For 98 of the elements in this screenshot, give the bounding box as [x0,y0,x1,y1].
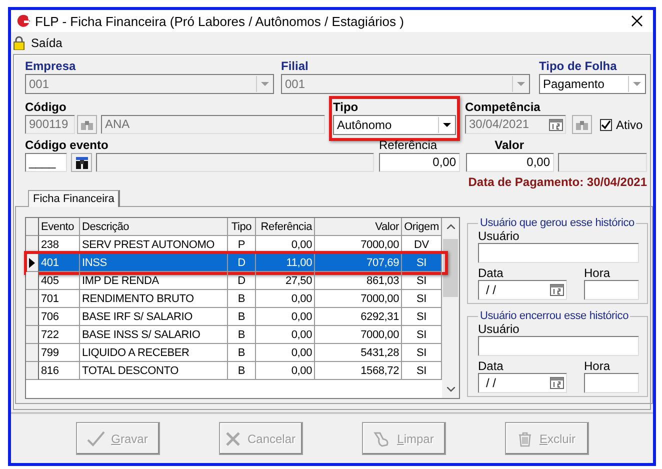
usuario-label: Usuário [478,229,520,243]
table-cell: 0,00 [256,290,315,308]
codigo-evento-label: Código evento [25,138,110,153]
ativo-label: Ativo [616,118,643,132]
app-logo-icon [15,13,31,29]
table-cell: 7000,00 [315,326,402,344]
tipo-de-folha-dropdown[interactable]: Pagamento [539,74,646,94]
binoculars-button[interactable] [77,115,97,134]
text-field[interactable] [558,153,647,172]
table-cell: 6292,31 [315,308,402,326]
cross-icon [225,430,242,446]
group-title: Usuário encerrou esse histórico [479,310,630,322]
table-cell: 0,00 [256,308,315,326]
binoculars-icon [81,120,93,130]
data-field[interactable]: / / [478,280,567,300]
valor-field[interactable]: 0,00 [466,153,554,172]
table-cell: B [228,326,256,344]
scroll-up-icon[interactable] [446,224,454,229]
column-header[interactable]: Referência [256,218,315,236]
table-cell: B [228,308,256,326]
calendar-icon[interactable] [550,377,564,389]
binoculars-icon [576,120,588,130]
tipo-dropdown[interactable]: Autônomo [333,115,456,135]
close-icon[interactable] [631,15,643,27]
table-cell: RENDIMENTO BRUTO [80,290,228,308]
table-cell: 707,69 [315,254,402,272]
table-cell: 401 [39,254,80,272]
table-cell: IMP DE RENDA [80,272,228,290]
codigo-label: Código [25,100,68,115]
data-label: Data [478,359,504,373]
table-cell: 405 [39,272,80,290]
row-header [26,218,39,236]
table-cell: LIQUIDO A RECEBER [80,344,228,362]
filial-label: Filial [281,59,310,74]
table-cell: INSS [80,254,228,272]
descricao-field[interactable] [96,153,374,172]
scroll-down-icon[interactable] [446,387,454,392]
table-cell: 1568,72 [315,362,402,380]
usuario-field[interactable] [478,243,639,263]
hora-field[interactable] [584,280,639,300]
tipo-de-folha-label: Tipo de Folha [539,59,618,74]
payment-date-text: Data de Pagamento: 30/04/2021 [468,175,647,189]
table-cell: B [228,344,256,362]
column-header[interactable]: Valor [315,218,402,236]
table-cell: 27,50 [256,272,315,290]
table-cell: 706 [39,308,80,326]
menu-item[interactable]: Saída [13,36,62,50]
referencia-label: Referência [379,138,438,153]
table-cell: TOTAL DESCONTO [80,362,228,380]
table-cell: 0,00 [256,362,315,380]
table-cell: 0,00 [256,344,315,362]
search-button[interactable] [71,153,92,172]
table-cell: 722 [39,326,80,344]
column-header[interactable]: Tipo [228,218,256,236]
table-cell: D [228,254,256,272]
ativo-checkbox[interactable] [600,118,612,130]
trash-icon [517,430,534,446]
vertical-scrollbar[interactable] [442,218,459,398]
codigo-evento-field[interactable]: ____ [25,153,67,172]
table-cell: BASE IRF S/ SALARIO [80,308,228,326]
table-cell: 0,00 [256,326,315,344]
usuario-field[interactable] [478,336,639,356]
table-cell: 861,03 [315,272,402,290]
tab[interactable]: Ficha Financeira [28,190,120,207]
column-header[interactable]: Evento [39,218,80,236]
scrollbar-thumb[interactable] [443,239,458,297]
lock-icon [13,36,25,50]
table-cell: 7000,00 [315,290,402,308]
binoculars-button[interactable] [572,115,592,134]
table-cell: 816 [39,362,80,380]
column-header[interactable]: Origem [402,218,442,236]
calendar-icon[interactable] [550,284,564,296]
row-header[interactable] [26,254,39,272]
data-field[interactable]: / / [478,373,567,393]
check-icon [87,430,106,446]
hora-label: Hora [584,266,612,280]
row-pointer-icon [29,258,35,268]
table-cell: B [228,290,256,308]
usuario-label: Usuário [478,322,520,336]
empresa-label: Empresa [25,59,77,74]
hora-label: Hora [584,359,612,373]
competencia-label: Competência [465,100,542,115]
table-cell: D [228,272,256,290]
table-cell: 11,00 [256,254,315,272]
table-cell: 5431,28 [315,344,402,362]
data-label: Data [478,266,504,280]
table-cell: BASE INSS S/ SALARIO [80,326,228,344]
referencia-field[interactable]: 0,00 [379,153,460,172]
group-title: Usuário que gerou esse histórico [479,217,636,229]
valor-label: Valor [494,138,524,153]
window-title: FLP - Ficha Financeira (Pró Labores / Autônomos / Estagiários ) [35,14,405,28]
tipo-label: Tipo [333,100,360,115]
hora-field[interactable] [584,373,639,393]
table-cell: 701 [39,290,80,308]
binoculars-icon [74,156,88,168]
table-cell: B [228,362,256,380]
column-header[interactable]: Descrição [80,218,228,236]
table-cell: 799 [39,344,80,362]
